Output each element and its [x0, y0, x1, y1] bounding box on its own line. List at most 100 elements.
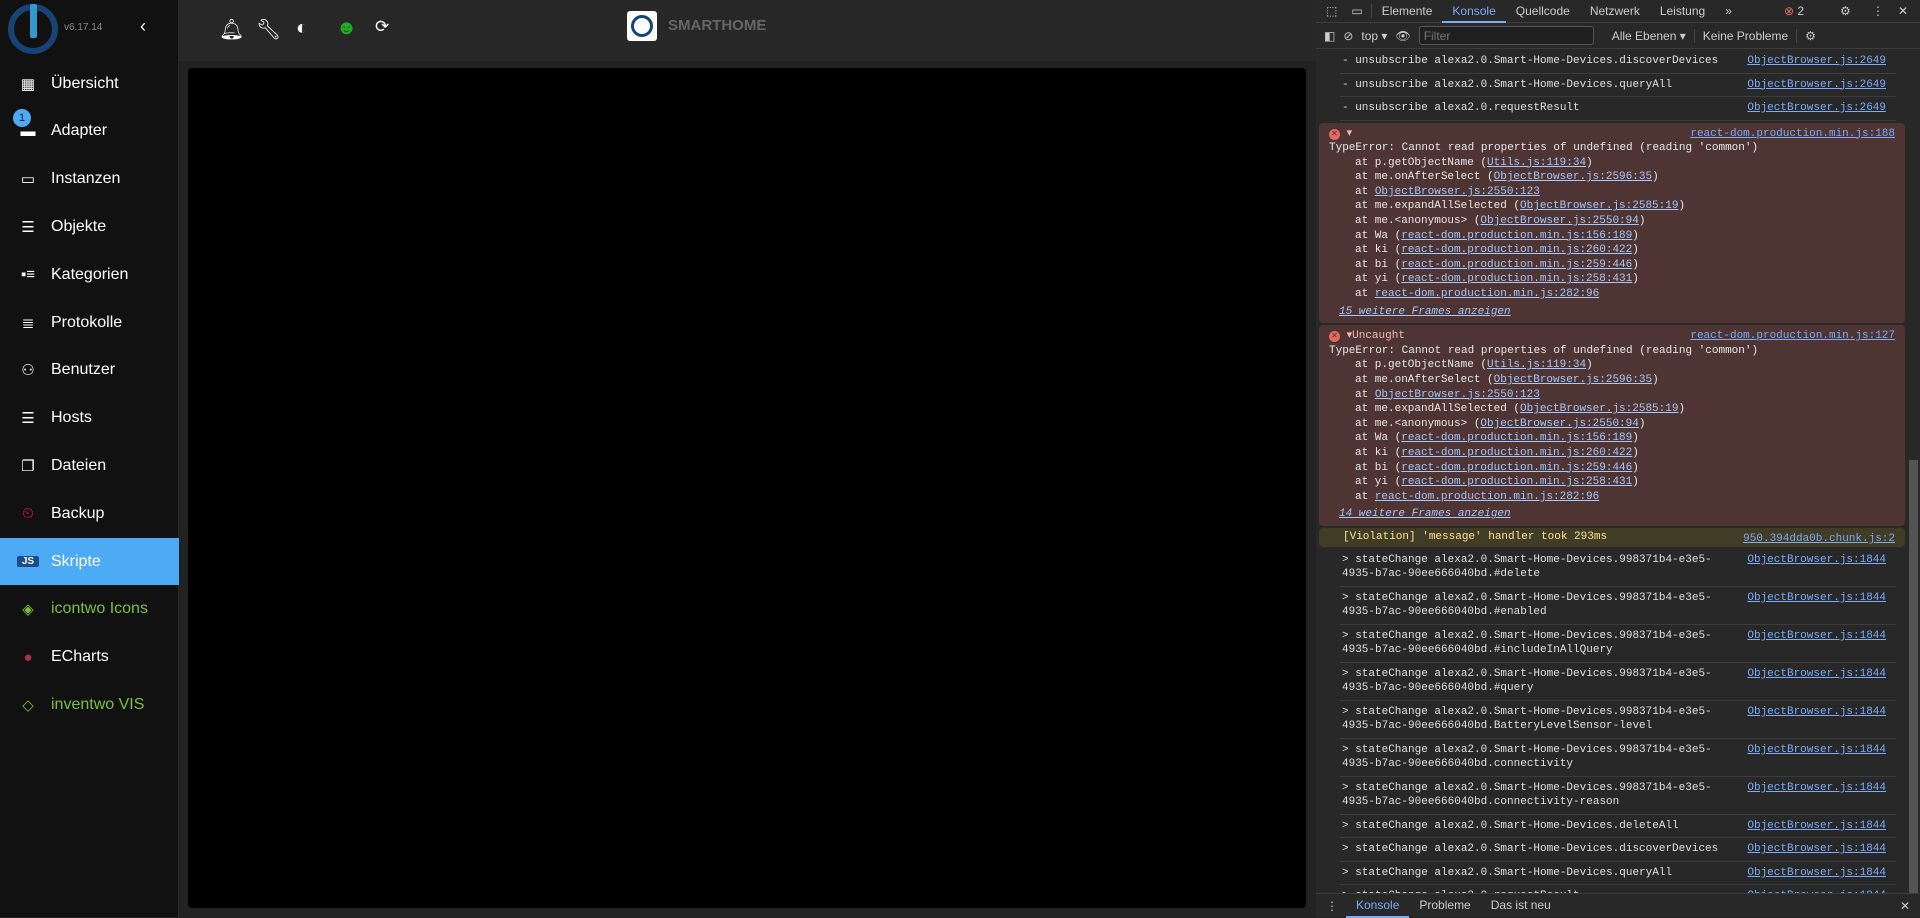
tab-konsole[interactable]: Konsole	[1442, 0, 1506, 23]
frame-link[interactable]: ObjectBrowser.js:2585:19	[1520, 200, 1678, 212]
echarts-icon: ●	[23, 648, 33, 666]
theme-toggle-icon[interactable]: ◐	[296, 17, 308, 40]
frame-link[interactable]: react-dom.production.min.js:258:431	[1401, 476, 1632, 488]
frame-link[interactable]: ObjectBrowser.js:2596:35	[1494, 171, 1652, 183]
error-source-link[interactable]: react-dom.production.min.js:188	[1690, 127, 1895, 142]
sidebar-item--bersicht[interactable]: ▦ Übersicht	[0, 60, 179, 107]
frame-link[interactable]: Utils.js:119:34	[1487, 359, 1586, 371]
frame-link[interactable]: react-dom.production.min.js:260:422	[1401, 447, 1632, 459]
show-more-frames-link[interactable]: 14 weitere Frames anzeigen	[1329, 507, 1895, 522]
frame-link[interactable]: react-dom.production.min.js:282:96	[1375, 491, 1599, 503]
drawer-menu-icon[interactable]: ⋮	[1316, 899, 1346, 913]
frame-suffix: )	[1632, 229, 1639, 242]
frame-link[interactable]: react-dom.production.min.js:282:96	[1375, 288, 1599, 300]
console-message: > stateChange alexa2.0.Smart-Home-Device…	[1340, 815, 1896, 839]
sidebar-item-backup[interactable]: ⏲ Backup	[0, 490, 179, 537]
source-link[interactable]: ObjectBrowser.js:1844	[1747, 705, 1886, 720]
source-link[interactable]: ObjectBrowser.js:1844	[1747, 781, 1886, 796]
show-more-frames-link[interactable]: 15 weitere Frames anzeigen	[1329, 305, 1895, 320]
source-link[interactable]: ObjectBrowser.js:1844	[1747, 667, 1886, 682]
frame-link[interactable]: react-dom.production.min.js:156:189	[1401, 230, 1632, 242]
wrench-icon[interactable]: 🔧︎	[256, 17, 281, 42]
frame-link[interactable]: ObjectBrowser.js:2596:35	[1494, 374, 1652, 386]
log-levels-select[interactable]: Alle Ebenen ▾	[1612, 29, 1686, 43]
sidebar-item-label: Benutzer	[51, 361, 116, 379]
scrollbar-thumb[interactable]	[1909, 460, 1918, 896]
expand-triangle-icon[interactable]: ▾	[1340, 128, 1353, 140]
sidebar-item-hosts[interactable]: ☰ Hosts	[0, 395, 179, 442]
iobroker-logo	[8, 4, 58, 54]
drawer-tab-konsole[interactable]: Konsole	[1346, 894, 1410, 918]
sidebar-item-echarts[interactable]: ● ECharts	[0, 634, 179, 681]
violation-source-link[interactable]: 950.394dda0b.chunk.js:2	[1743, 532, 1895, 547]
issues-button[interactable]: Keine Probleme	[1693, 28, 1788, 43]
device-toolbar-icon[interactable]: ▭	[1343, 4, 1372, 18]
message-text: - unsubscribe alexa2.0.Smart-Home-Device…	[1342, 55, 1719, 67]
sidebar-item-adapter[interactable]: ▬ 1 Adapter	[0, 108, 179, 155]
frame-link[interactable]: ObjectBrowser.js:2585:19	[1520, 403, 1678, 415]
tab-quellcode[interactable]: Quellcode	[1506, 0, 1580, 23]
close-devtools-icon[interactable]: ✕	[1898, 4, 1908, 18]
error-icon: ✕	[1329, 128, 1340, 140]
frame-link[interactable]: react-dom.production.min.js:258:431	[1401, 273, 1632, 285]
error-count-icon[interactable]: ⊗ 2	[1784, 4, 1804, 18]
expert-mode-icon[interactable]: ☻	[336, 17, 357, 40]
frame-link[interactable]: react-dom.production.min.js:259:446	[1401, 259, 1632, 271]
frame-link[interactable]: ObjectBrowser.js:2550:123	[1375, 186, 1540, 198]
source-link[interactable]: ObjectBrowser.js:1844	[1747, 629, 1886, 644]
frame-link[interactable]: ObjectBrowser.js:2550:123	[1375, 389, 1540, 401]
frame-link[interactable]: ObjectBrowser.js:2550:94	[1480, 215, 1638, 227]
clear-console-icon[interactable]: ⊘	[1343, 29, 1353, 43]
source-link[interactable]: ObjectBrowser.js:2649	[1747, 101, 1886, 116]
frame-link[interactable]: react-dom.production.min.js:260:422	[1401, 244, 1632, 256]
more-options-icon[interactable]: ⋮	[1872, 4, 1884, 18]
sidebar-item-skripte[interactable]: JS Skripte	[0, 538, 179, 585]
frame-suffix: )	[1652, 171, 1659, 184]
source-link[interactable]: ObjectBrowser.js:1844	[1747, 591, 1886, 606]
sidebar-item-dateien[interactable]: ❐ Dateien	[0, 442, 179, 489]
frame-prefix: at	[1355, 490, 1375, 503]
source-link[interactable]: ObjectBrowser.js:2649	[1747, 78, 1886, 93]
source-link[interactable]: ObjectBrowser.js:1844	[1747, 819, 1886, 834]
tab-leistung[interactable]: Leistung	[1650, 0, 1715, 23]
sidebar-item-icontwo-icons[interactable]: ◈ icontwo Icons	[0, 586, 179, 633]
source-link[interactable]: ObjectBrowser.js:1844	[1747, 842, 1886, 857]
sidebar-item-inventwo-vis[interactable]: ◇ inventwo VIS	[0, 681, 179, 728]
sidebar-item-benutzer[interactable]: ⚇ Benutzer	[0, 347, 179, 394]
frame-link[interactable]: react-dom.production.min.js:259:446	[1401, 462, 1632, 474]
stack-frame: at react-dom.production.min.js:282:96	[1329, 287, 1895, 302]
message-text: > stateChange alexa2.0.Smart-Home-Device…	[1342, 743, 1712, 756]
source-link[interactable]: ObjectBrowser.js:2649	[1747, 54, 1886, 69]
tab-elemente[interactable]: Elemente	[1372, 0, 1443, 23]
sidebar-item-objekte[interactable]: ☰ Objekte	[0, 203, 179, 250]
stack-frame: at p.getObjectName (Utils.js:119:34)	[1329, 156, 1895, 171]
sidebar-toggle-icon[interactable]: ◧	[1324, 29, 1335, 43]
tab-netzwerk[interactable]: Netzwerk	[1580, 0, 1650, 23]
console-scrollbar[interactable]	[1908, 50, 1920, 896]
source-link[interactable]: ObjectBrowser.js:1844	[1747, 866, 1886, 881]
context-select[interactable]: top ▾	[1361, 29, 1387, 43]
console-message: > stateChange alexa2.0.Smart-Home-Device…	[1340, 587, 1896, 625]
source-link[interactable]: ObjectBrowser.js:1844	[1747, 743, 1886, 758]
more-tabs-icon[interactable]: »	[1715, 4, 1742, 18]
eye-icon[interactable]: 👁︎	[1395, 29, 1410, 43]
error-source-link[interactable]: react-dom.production.min.js:127	[1690, 329, 1895, 344]
frame-link[interactable]: react-dom.production.min.js:156:189	[1401, 432, 1632, 444]
close-drawer-icon[interactable]: ✕	[1900, 899, 1910, 913]
sidebar-item-kategorien[interactable]: ▪≡ Kategorien	[0, 251, 179, 298]
settings-icon[interactable]: ⚙	[1840, 4, 1851, 18]
frame-link[interactable]: Utils.js:119:34	[1487, 157, 1586, 169]
drawer-tab-probleme[interactable]: Probleme	[1409, 894, 1480, 918]
chevron-left-icon[interactable]: ‹	[140, 16, 146, 37]
console-settings-icon[interactable]: ⚙	[1796, 28, 1816, 43]
drawer-tab-das-ist-neu[interactable]: Das ist neu	[1481, 894, 1561, 918]
sidebar-item-protokolle[interactable]: ≣ Protokolle	[0, 299, 179, 346]
sidebar-item-instanzen[interactable]: ▭ Instanzen	[0, 156, 179, 203]
inspect-icon[interactable]: ⬚	[1316, 4, 1343, 18]
sync-disabled-icon[interactable]: ⟳	[375, 17, 389, 37]
source-link[interactable]: ObjectBrowser.js:1844	[1747, 553, 1886, 568]
frame-link[interactable]: ObjectBrowser.js:2550:94	[1480, 418, 1638, 430]
expand-triangle-icon[interactable]: ▾	[1340, 330, 1353, 342]
bell-icon[interactable]: 🔔︎	[219, 17, 244, 42]
filter-input[interactable]	[1418, 26, 1594, 45]
